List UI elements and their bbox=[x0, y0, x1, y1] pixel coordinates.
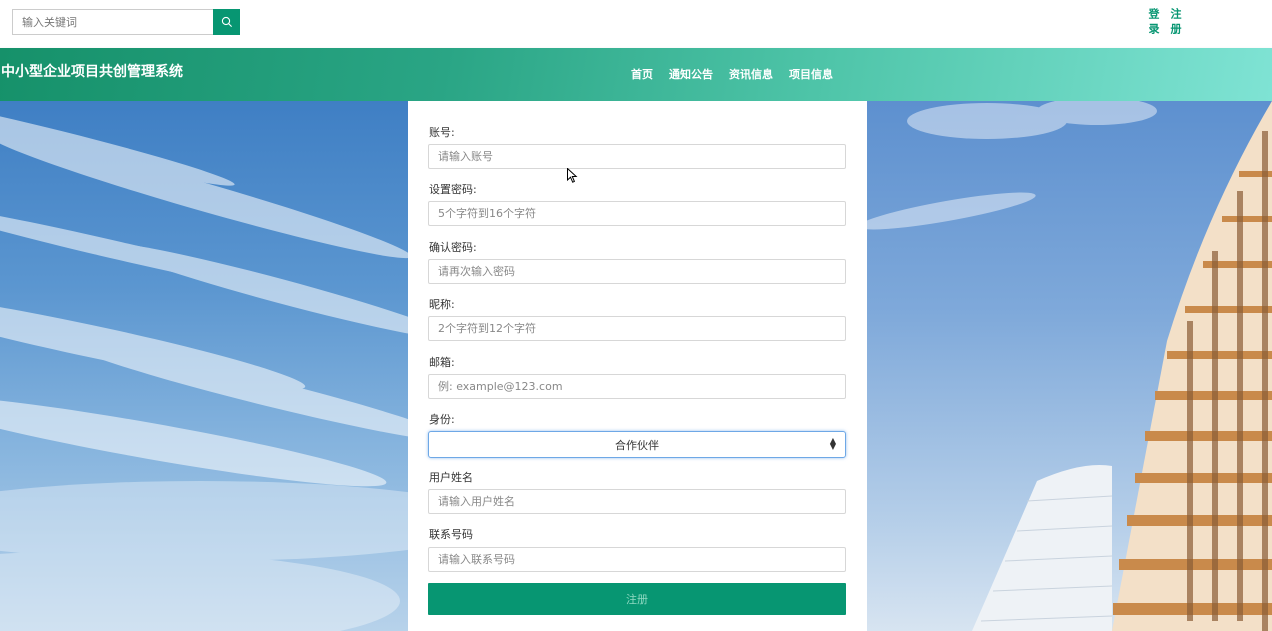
nav-band: 中小型企业项目共创管理系统 首页 通知公告 资讯信息 项目信息 bbox=[0, 48, 1272, 101]
login-link[interactable]: 登录 bbox=[1146, 8, 1160, 38]
nav-item-notice[interactable]: 通知公告 bbox=[669, 66, 713, 82]
register-form: 账号: 设置密码: 确认密码: 昵称: 邮箱: 身份: 合作伙伴 ▲▼ 用户姓名… bbox=[408, 101, 867, 631]
register-link[interactable]: 注册 bbox=[1168, 8, 1182, 38]
role-select[interactable]: 合作伙伴 ▲ ▼ bbox=[428, 431, 846, 458]
password-input[interactable] bbox=[428, 201, 846, 226]
account-input[interactable] bbox=[428, 144, 846, 169]
password-label: 设置密码: bbox=[429, 183, 477, 196]
select-arrows-icon: ▲ ▼ bbox=[829, 436, 836, 451]
phone-label: 联系号码 bbox=[429, 528, 473, 541]
email-label: 邮箱: bbox=[429, 356, 455, 369]
background-sky-image bbox=[0, 101, 408, 631]
register-button[interactable]: 注册 bbox=[428, 583, 846, 615]
username-input[interactable] bbox=[428, 489, 846, 514]
site-title: 中小型企业项目共创管理系统 bbox=[1, 64, 183, 80]
nav-item-projects[interactable]: 项目信息 bbox=[789, 66, 833, 82]
role-select-value: 合作伙伴 bbox=[615, 438, 659, 452]
search-button[interactable] bbox=[213, 9, 240, 35]
confirm-password-input[interactable] bbox=[428, 259, 846, 284]
nav-item-news[interactable]: 资讯信息 bbox=[729, 66, 773, 82]
email-input[interactable] bbox=[428, 374, 846, 399]
mouse-cursor-icon bbox=[567, 168, 578, 183]
role-label: 身份: bbox=[429, 413, 455, 426]
nav-menu: 首页 通知公告 资讯信息 项目信息 bbox=[631, 66, 833, 82]
username-label: 用户姓名 bbox=[429, 471, 473, 484]
account-label: 账号: bbox=[429, 126, 455, 139]
background-building-image bbox=[867, 101, 1272, 631]
nav-item-home[interactable]: 首页 bbox=[631, 66, 653, 82]
top-bar: 登录 注册 bbox=[0, 0, 1272, 48]
search-input[interactable] bbox=[12, 9, 213, 35]
search-icon bbox=[221, 16, 232, 27]
confirm-password-label: 确认密码: bbox=[429, 241, 477, 254]
nickname-label: 昵称: bbox=[429, 298, 455, 311]
phone-input[interactable] bbox=[428, 547, 846, 572]
nickname-input[interactable] bbox=[428, 316, 846, 341]
search-bar bbox=[12, 9, 240, 35]
auth-links: 登录 注册 bbox=[1146, 8, 1182, 38]
